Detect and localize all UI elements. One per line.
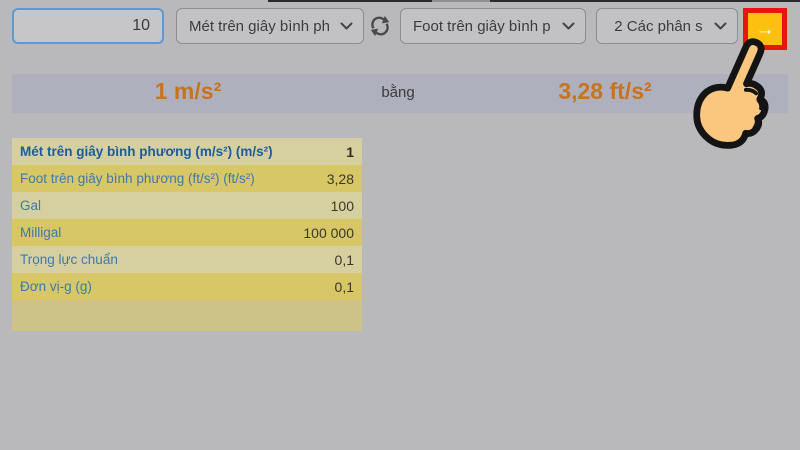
unit-link[interactable]: Đơn vị-g (g) [20,279,92,294]
from-unit-select-label: Mét trên giây bình ph [189,17,330,35]
unit-value: 100 [330,197,354,214]
table-row: Đơn vị-g (g) 0,1 [12,273,362,300]
screen-edge-artifact-notch [432,0,490,2]
table-row: Foot trên giây bình phương (ft/s²) (ft/s… [12,165,362,192]
result-from-value: 1 m/s² [154,78,222,104]
chevron-down-icon [340,22,353,31]
unit-link[interactable]: Gal [20,198,41,213]
table-row: Mét trên giây bình phương (m/s²) (m/s²) … [12,138,362,165]
table-row: Trọng lực chuẩn 0,1 [12,246,362,273]
unit-value: 0,1 [334,251,354,268]
screen-edge-artifact [268,0,800,2]
swap-icon[interactable] [364,12,396,40]
precision-select-label: 2 Các phân s [614,17,703,35]
highlight-box: → [743,8,787,50]
table-row: Milligal 100 000 [12,219,362,246]
unit-label: Mét trên giây bình phương (m/s²) (m/s²) [20,144,273,159]
result-equals-label: bằng [381,84,415,101]
chevron-down-icon [714,22,727,31]
value-input[interactable] [12,8,164,44]
convert-button[interactable]: → [748,13,782,45]
from-unit-select[interactable]: Mét trên giây bình ph [176,8,364,44]
unit-link[interactable]: Foot trên giây bình phương (ft/s²) (ft/s… [20,171,255,186]
precision-select[interactable]: 2 Các phân s [596,8,738,44]
unit-value: 3,28 [326,170,354,187]
table-footer [12,300,362,331]
unit-link[interactable]: Milligal [20,225,61,240]
unit-link[interactable]: Trọng lực chuẩn [20,252,118,267]
table-row: Gal 100 [12,192,362,219]
unit-value: 1 [346,143,354,160]
unit-value: 100 000 [303,224,354,241]
to-unit-select[interactable]: Foot trên giây bình p [400,8,586,44]
to-unit-select-label: Foot trên giây bình p [413,17,551,35]
unit-value: 0,1 [334,278,354,295]
result-to-value: 3,28 ft/s² [558,78,652,104]
chevron-down-icon [562,22,575,31]
